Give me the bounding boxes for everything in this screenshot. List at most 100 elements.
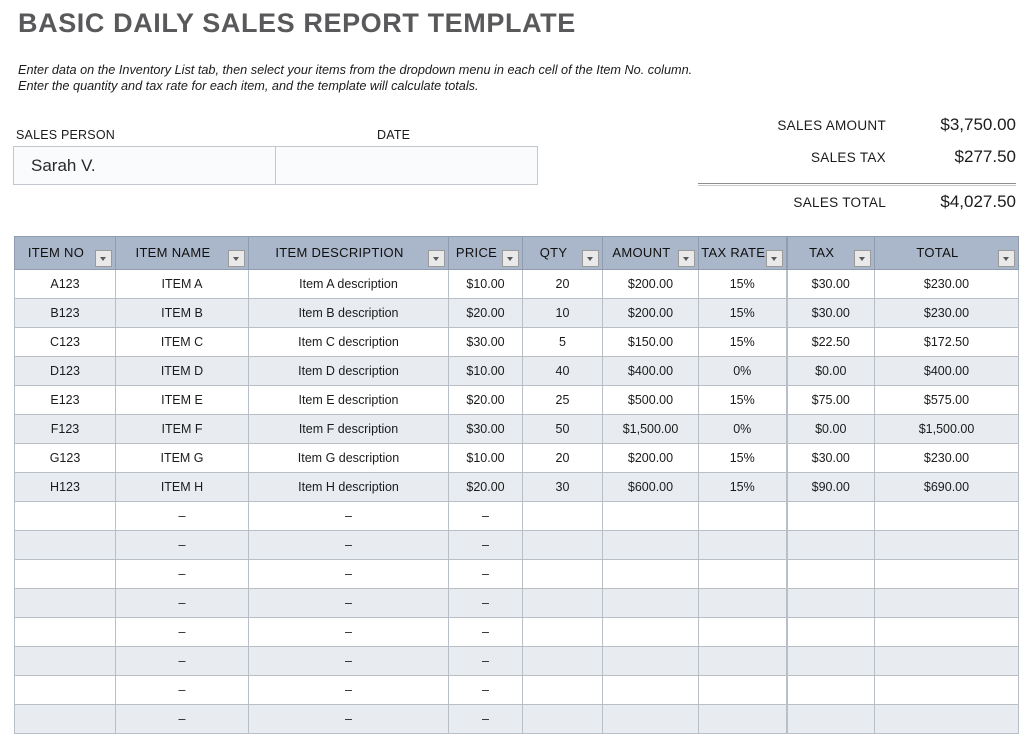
cell-total[interactable]	[875, 589, 1019, 618]
cell-tax-rate[interactable]	[699, 618, 787, 647]
cell-item-description[interactable]: Item E description	[249, 386, 449, 415]
cell-tax-rate[interactable]	[699, 589, 787, 618]
column-header-qty[interactable]: QTY	[523, 237, 603, 270]
cell-item-name[interactable]: ITEM H	[116, 473, 249, 502]
cell-price[interactable]: $20.00	[449, 299, 523, 328]
cell-tax-rate[interactable]: 0%	[699, 415, 787, 444]
cell-tax-rate[interactable]	[699, 647, 787, 676]
cell-tax[interactable]: $90.00	[787, 473, 875, 502]
cell-item-no[interactable]	[15, 560, 116, 589]
chevron-down-icon[interactable]	[854, 250, 871, 267]
cell-amount[interactable]: $500.00	[603, 386, 699, 415]
cell-qty[interactable]: 40	[523, 357, 603, 386]
cell-price[interactable]: $30.00	[449, 415, 523, 444]
cell-item-name[interactable]: ITEM C	[116, 328, 249, 357]
chevron-down-icon[interactable]	[228, 250, 245, 267]
cell-tax-rate[interactable]: 15%	[699, 386, 787, 415]
cell-amount[interactable]	[603, 618, 699, 647]
column-header-tax-rate[interactable]: TAX RATE	[699, 237, 787, 270]
cell-item-description[interactable]: Item F description	[249, 415, 449, 444]
cell-item-no[interactable]: D123	[15, 357, 116, 386]
cell-item-name[interactable]: –	[116, 589, 249, 618]
cell-tax[interactable]	[787, 647, 875, 676]
cell-item-name[interactable]: –	[116, 676, 249, 705]
cell-qty[interactable]	[523, 502, 603, 531]
column-header-item-name[interactable]: ITEM NAME	[116, 237, 249, 270]
cell-amount[interactable]	[603, 560, 699, 589]
cell-item-description[interactable]: –	[249, 676, 449, 705]
cell-price[interactable]: –	[449, 647, 523, 676]
cell-total[interactable]	[875, 502, 1019, 531]
cell-item-name[interactable]: –	[116, 647, 249, 676]
cell-total[interactable]: $1,500.00	[875, 415, 1019, 444]
cell-item-name[interactable]: ITEM A	[116, 270, 249, 299]
cell-item-description[interactable]: –	[249, 589, 449, 618]
date-input[interactable]	[276, 147, 538, 184]
cell-item-no[interactable]	[15, 618, 116, 647]
cell-tax[interactable]	[787, 676, 875, 705]
cell-qty[interactable]: 5	[523, 328, 603, 357]
cell-tax-rate[interactable]: 15%	[699, 328, 787, 357]
cell-price[interactable]: –	[449, 589, 523, 618]
cell-item-no[interactable]	[15, 589, 116, 618]
cell-amount[interactable]	[603, 676, 699, 705]
cell-amount[interactable]	[603, 531, 699, 560]
cell-qty[interactable]: 50	[523, 415, 603, 444]
cell-total[interactable]: $230.00	[875, 299, 1019, 328]
cell-item-description[interactable]: –	[249, 705, 449, 734]
cell-qty[interactable]	[523, 531, 603, 560]
chevron-down-icon[interactable]	[582, 250, 599, 267]
cell-tax-rate[interactable]	[699, 531, 787, 560]
cell-item-name[interactable]: ITEM E	[116, 386, 249, 415]
cell-tax[interactable]: $30.00	[787, 270, 875, 299]
cell-total[interactable]: $400.00	[875, 357, 1019, 386]
cell-price[interactable]: –	[449, 618, 523, 647]
cell-item-no[interactable]	[15, 531, 116, 560]
chevron-down-icon[interactable]	[95, 250, 112, 267]
cell-qty[interactable]: 25	[523, 386, 603, 415]
cell-item-description[interactable]: –	[249, 502, 449, 531]
cell-item-name[interactable]: –	[116, 560, 249, 589]
cell-item-name[interactable]: ITEM F	[116, 415, 249, 444]
cell-amount[interactable]: $200.00	[603, 270, 699, 299]
cell-total[interactable]	[875, 705, 1019, 734]
cell-tax-rate[interactable]	[699, 560, 787, 589]
cell-amount[interactable]: $200.00	[603, 299, 699, 328]
cell-tax[interactable]: $75.00	[787, 386, 875, 415]
cell-tax-rate[interactable]	[699, 676, 787, 705]
cell-item-no[interactable]: C123	[15, 328, 116, 357]
cell-item-no[interactable]	[15, 676, 116, 705]
cell-price[interactable]: –	[449, 676, 523, 705]
cell-item-no[interactable]	[15, 705, 116, 734]
cell-item-name[interactable]: ITEM D	[116, 357, 249, 386]
column-header-item-no[interactable]: ITEM NO	[15, 237, 116, 270]
chevron-down-icon[interactable]	[428, 250, 445, 267]
chevron-down-icon[interactable]	[998, 250, 1015, 267]
cell-item-no[interactable]: F123	[15, 415, 116, 444]
cell-total[interactable]	[875, 676, 1019, 705]
cell-tax[interactable]	[787, 705, 875, 734]
cell-amount[interactable]	[603, 647, 699, 676]
cell-price[interactable]: –	[449, 560, 523, 589]
cell-item-no[interactable]: E123	[15, 386, 116, 415]
cell-qty[interactable]	[523, 560, 603, 589]
cell-item-description[interactable]: Item A description	[249, 270, 449, 299]
cell-total[interactable]	[875, 560, 1019, 589]
cell-tax[interactable]	[787, 618, 875, 647]
cell-tax[interactable]: $30.00	[787, 299, 875, 328]
cell-item-description[interactable]: –	[249, 531, 449, 560]
cell-tax-rate[interactable]: 15%	[699, 444, 787, 473]
cell-item-name[interactable]: –	[116, 618, 249, 647]
cell-price[interactable]: $20.00	[449, 386, 523, 415]
cell-total[interactable]	[875, 618, 1019, 647]
cell-item-description[interactable]: Item H description	[249, 473, 449, 502]
cell-price[interactable]: –	[449, 502, 523, 531]
cell-amount[interactable]	[603, 705, 699, 734]
cell-item-name[interactable]: ITEM B	[116, 299, 249, 328]
sales-person-input[interactable]: Sarah V.	[14, 147, 276, 184]
cell-item-name[interactable]: –	[116, 531, 249, 560]
cell-total[interactable]: $690.00	[875, 473, 1019, 502]
cell-item-name[interactable]: ITEM G	[116, 444, 249, 473]
cell-item-no[interactable]	[15, 647, 116, 676]
cell-amount[interactable]	[603, 589, 699, 618]
